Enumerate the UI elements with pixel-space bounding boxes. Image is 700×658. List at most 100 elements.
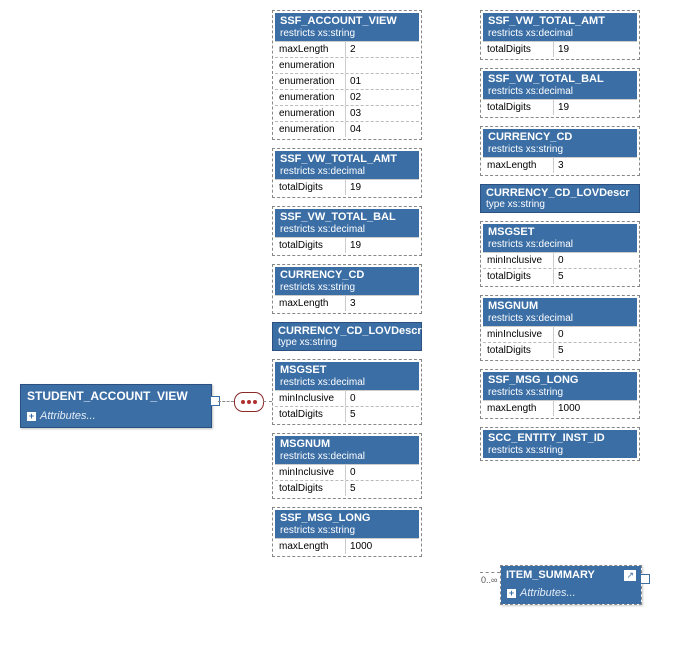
- schema-type-node[interactable]: MSGSETrestricts xs:decimalminInclusive0t…: [480, 221, 640, 287]
- facet-table: minInclusive0totalDigits5: [275, 464, 419, 496]
- root-title: STUDENT_ACCOUNT_VIEW: [21, 385, 211, 407]
- node-title: CURRENCY_CD: [488, 131, 632, 143]
- facet-row: totalDigits19: [483, 100, 637, 115]
- expand-icon: +: [507, 589, 516, 598]
- facet-row: enumeration02: [275, 89, 419, 105]
- schema-type-node[interactable]: MSGNUMrestricts xs:decimal minInclusive0t…: [272, 433, 422, 499]
- schema-type-node[interactable]: MSGNUMrestricts xs:decimalminInclusive0t…: [480, 295, 640, 361]
- facet-value: 19: [554, 100, 637, 115]
- facet-key: maxLength: [483, 401, 554, 416]
- node-header: MSGSETrestricts xs:decimal: [275, 362, 419, 390]
- facet-table: totalDigits19: [483, 41, 637, 57]
- node-header: SSF_ACCOUNT_VIEWrestricts xs:string: [275, 13, 419, 41]
- node-header: SSF_VW_TOTAL_BALrestricts xs:decimal: [275, 209, 419, 237]
- node-subtitle: restricts xs:decimal: [488, 28, 632, 39]
- node-header: CURRENCY_CDrestricts xs:string: [275, 267, 419, 295]
- facet-value: 5: [346, 407, 419, 422]
- facet-row: totalDigits5: [483, 268, 637, 284]
- node-title: CURRENCY_CD: [280, 269, 414, 281]
- facet-table: totalDigits19: [275, 179, 419, 195]
- facet-key: enumeration: [275, 90, 346, 105]
- node-header: CURRENCY_CDrestricts xs:string: [483, 129, 637, 157]
- schema-type-node[interactable]: SSF_VW_TOTAL_AMTrestricts xs:decimaltota…: [480, 10, 640, 60]
- facet-row: enumeration01: [275, 73, 419, 89]
- sequence-compositor[interactable]: [234, 392, 264, 412]
- facet-value: 0: [346, 391, 419, 406]
- facet-value: 19: [554, 42, 637, 57]
- schema-type-node[interactable]: CURRENCY_CD_LOVDescrtype xs:string: [272, 322, 422, 351]
- connector-handle: [640, 574, 650, 584]
- facet-value: 5: [554, 343, 637, 358]
- facet-key: totalDigits: [275, 481, 346, 496]
- node-subtitle: restricts xs:string: [280, 282, 414, 293]
- item-summary-element[interactable]: ITEM_SUMMARY ↗ + Attributes...: [500, 565, 642, 605]
- facet-value: 01: [346, 74, 419, 89]
- facet-row: enumeration04: [275, 121, 419, 137]
- facet-row: minInclusive0: [483, 253, 637, 268]
- schema-type-node[interactable]: SCC_ENTITY_INST_IDrestricts xs:string: [480, 427, 640, 461]
- facet-value: 1000: [346, 539, 419, 554]
- sequence-dot-icon: [247, 400, 251, 404]
- facet-value: 19: [346, 238, 419, 253]
- node-header: SSF_VW_TOTAL_BALrestricts xs:decimal: [483, 71, 637, 99]
- children-column-2: SSF_VW_TOTAL_AMTrestricts xs:decimaltota…: [480, 10, 640, 469]
- root-attributes-label: Attributes...: [40, 410, 96, 422]
- facet-value: 0: [346, 465, 419, 480]
- facet-value: 19: [346, 180, 419, 195]
- node-title: MSGNUM: [280, 438, 414, 450]
- schema-type-node[interactable]: SSF_VW_TOTAL_AMTrestricts xs:decimaltota…: [272, 148, 422, 198]
- node-subtitle: type xs:string: [278, 337, 416, 348]
- facet-value: 5: [346, 481, 419, 496]
- facet-key: minInclusive: [483, 327, 554, 342]
- node-subtitle: restricts xs:string: [280, 28, 414, 39]
- expand-icon: +: [27, 412, 36, 421]
- children-column-1: SSF_ACCOUNT_VIEWrestricts xs:stringmaxLe…: [272, 10, 422, 565]
- root-element[interactable]: STUDENT_ACCOUNT_VIEW + Attributes...: [20, 384, 212, 428]
- facet-row: totalDigits5: [483, 342, 637, 358]
- facet-key: totalDigits: [483, 343, 554, 358]
- facet-table: maxLength1000: [275, 538, 419, 554]
- facet-key: maxLength: [483, 158, 554, 173]
- schema-type-node[interactable]: SSF_VW_TOTAL_BALrestricts xs:decimaltota…: [480, 68, 640, 118]
- facet-table: maxLength2enumerationenumeration01enumer…: [275, 41, 419, 137]
- schema-type-node[interactable]: SSF_VW_TOTAL_BALrestricts xs:decimaltota…: [272, 206, 422, 256]
- schema-type-node[interactable]: MSGSETrestricts xs:decimalminInclusive0t…: [272, 359, 422, 425]
- facet-value: 0: [554, 327, 637, 342]
- facet-value: 04: [346, 122, 419, 137]
- schema-type-node[interactable]: CURRENCY_CDrestricts xs:stringmaxLength3: [272, 264, 422, 314]
- facet-row: minInclusive0: [275, 391, 419, 406]
- node-subtitle: restricts xs:decimal: [488, 239, 632, 250]
- node-header: SSF_VW_TOTAL_AMTrestricts xs:decimal: [275, 151, 419, 179]
- facet-row: totalDigits5: [275, 406, 419, 422]
- node-subtitle: restricts xs:string: [280, 525, 414, 536]
- node-title: MSGNUM: [488, 300, 632, 312]
- node-subtitle: restricts xs:string: [488, 144, 632, 155]
- facet-key: minInclusive: [275, 465, 346, 480]
- node-header: SSF_VW_TOTAL_AMTrestricts xs:decimal: [483, 13, 637, 41]
- reference-icon: ↗: [624, 570, 636, 581]
- node-header: SSF_MSG_LONGrestricts xs:string: [483, 372, 637, 400]
- node-subtitle: restricts xs:decimal: [280, 451, 414, 462]
- root-attributes-toggle[interactable]: + Attributes...: [21, 407, 211, 427]
- node-subtitle: restricts xs:decimal: [280, 377, 414, 388]
- facet-key: totalDigits: [483, 100, 554, 115]
- sequence-dot-icon: [241, 400, 245, 404]
- schema-type-node[interactable]: CURRENCY_CDrestricts xs:stringmaxLength3: [480, 126, 640, 176]
- schema-type-node[interactable]: SSF_ACCOUNT_VIEWrestricts xs:stringmaxLe…: [272, 10, 422, 140]
- schema-type-node[interactable]: SSF_MSG_LONGrestricts xs:stringmaxLength…: [272, 507, 422, 557]
- facet-row: minInclusive0: [483, 327, 637, 342]
- facet-row: totalDigits19: [275, 238, 419, 253]
- connector-line: [218, 401, 234, 402]
- schema-type-node[interactable]: SSF_MSG_LONGrestricts xs:stringmaxLength…: [480, 369, 640, 419]
- facet-row: enumeration: [275, 57, 419, 73]
- schema-type-node[interactable]: CURRENCY_CD_LOVDescrtype xs:string: [480, 184, 640, 213]
- facet-key: totalDigits: [275, 180, 346, 195]
- occurrence-label: 0..∞: [481, 575, 497, 585]
- facet-value: 3: [554, 158, 637, 173]
- facet-row: maxLength3: [483, 158, 637, 173]
- sequence-dot-icon: [253, 400, 257, 404]
- facet-table: minInclusive0totalDigits5: [275, 390, 419, 422]
- node-title: CURRENCY_CD_LOVDescr: [278, 325, 416, 337]
- node-subtitle: restricts xs:decimal: [280, 166, 414, 177]
- facet-key: enumeration: [275, 74, 346, 89]
